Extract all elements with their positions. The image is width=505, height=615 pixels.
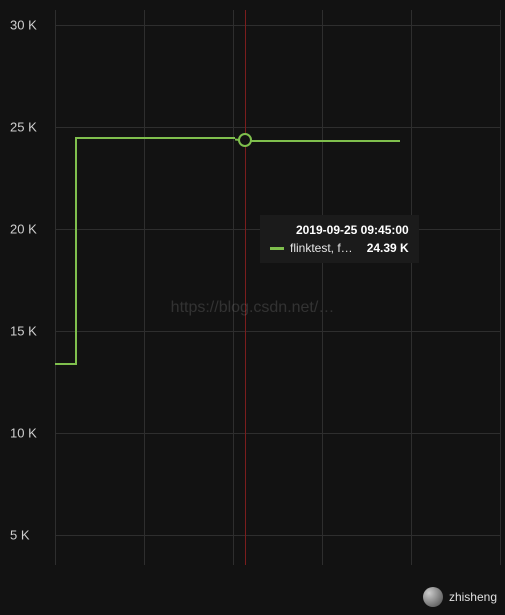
gridline-v: [411, 10, 412, 565]
ytick-5k: 5 K: [0, 528, 50, 543]
gridline-v: [144, 10, 145, 565]
legend-swatch-icon: [270, 247, 284, 250]
gridline-v: [500, 10, 501, 565]
series-line: [245, 140, 400, 142]
gridline-v: [55, 10, 56, 565]
series-line: [75, 137, 235, 139]
gridline-h: [55, 331, 500, 332]
gridline-h: [55, 25, 500, 26]
series-line: [55, 363, 75, 365]
plot-area[interactable]: 2019-09-25 09:45:00 flinktest, f… 24.39 …: [55, 10, 500, 565]
tooltip-value: 24.39 K: [367, 241, 409, 255]
tooltip: 2019-09-25 09:45:00 flinktest, f… 24.39 …: [260, 215, 419, 263]
crosshair-line: [245, 10, 246, 565]
series-line: [75, 137, 77, 365]
hover-marker: [238, 133, 252, 147]
author-name: zhisheng: [449, 590, 497, 604]
gridline-v: [322, 10, 323, 565]
gridline-h: [55, 535, 500, 536]
ytick-25k: 25 K: [0, 120, 50, 135]
watermark-url: https://blog.csdn.net/…: [171, 299, 335, 317]
gridline-h: [55, 127, 500, 128]
ytick-20k: 20 K: [0, 222, 50, 237]
tooltip-series-label: flinktest, f…: [290, 241, 353, 255]
line-chart: 30 K 25 K 20 K 15 K 10 K 5 K: [0, 0, 505, 615]
author-badge: zhisheng: [423, 587, 497, 607]
ytick-10k: 10 K: [0, 426, 50, 441]
ytick-30k: 30 K: [0, 18, 50, 33]
gridline-v: [233, 10, 234, 565]
tooltip-timestamp: 2019-09-25 09:45:00: [270, 223, 409, 237]
avatar-icon: [423, 587, 443, 607]
ytick-15k: 15 K: [0, 324, 50, 339]
gridline-h: [55, 433, 500, 434]
